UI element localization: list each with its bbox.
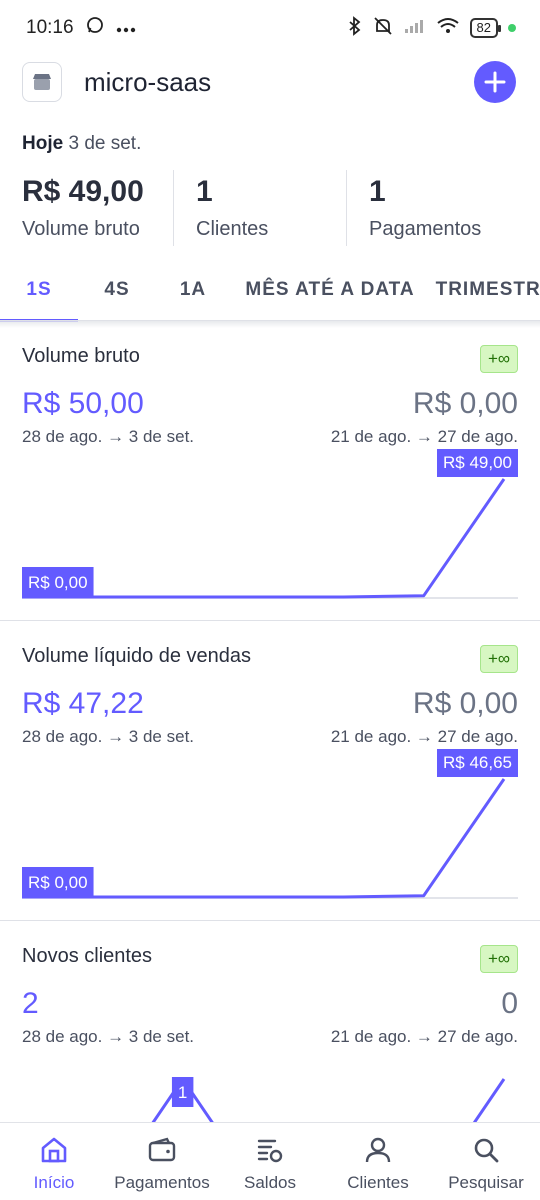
stat-value: 1 <box>196 175 213 208</box>
nav-label: Saldos <box>244 1173 296 1192</box>
nav-item-payments[interactable]: Pagamentos <box>108 1123 216 1200</box>
line-chart: R$ 0,00 R$ 46,65 <box>22 749 518 899</box>
nav-label: Clientes <box>347 1173 409 1192</box>
previous-value: R$ 0,00 <box>412 687 518 720</box>
tab-1s[interactable]: 1S <box>0 262 78 322</box>
plus-icon <box>484 71 506 93</box>
wifi-icon <box>436 17 460 40</box>
today-label: Hoje 3 de set. <box>22 133 141 155</box>
previous-range: 21 de ago. → 27 de ago. <box>330 427 518 446</box>
stat-customers[interactable]: 1 Clientes <box>173 170 346 246</box>
bottom-nav: Início Pagamentos Saldos Clientes Pesqui… <box>0 1122 540 1200</box>
data-point <box>261 895 265 899</box>
data-point <box>341 595 345 599</box>
previous-range: 21 de ago. → 27 de ago. <box>330 1027 518 1046</box>
data-point <box>100 895 104 899</box>
metric-card-net-volume[interactable]: Volume líquido de vendas +∞ R$ 47,22 R$ … <box>0 620 540 920</box>
today-date: 3 de set. <box>68 133 142 154</box>
current-range: 28 de ago. → 3 de set. <box>22 427 195 446</box>
stat-label: Volume bruto <box>22 218 140 240</box>
data-point <box>502 1077 506 1081</box>
tab-4s[interactable]: 4S <box>78 262 156 322</box>
stat-gross-volume[interactable]: R$ 49,00 Volume bruto <box>0 170 173 246</box>
max-value-label: R$ 49,00 <box>443 453 512 472</box>
stat-payments[interactable]: 1 Pagamentos <box>346 170 540 246</box>
tab-1a[interactable]: 1A <box>156 262 230 322</box>
store-icon[interactable] <box>22 62 62 102</box>
signal-icon <box>404 18 426 39</box>
change-badge: +∞ <box>479 345 518 373</box>
data-point <box>422 594 426 598</box>
today-title: Hoje <box>22 133 64 154</box>
wallet-icon <box>145 1133 179 1167</box>
add-button[interactable] <box>474 61 516 103</box>
battery-indicator: 82 <box>469 18 502 38</box>
change-badge: +∞ <box>479 945 518 973</box>
current-value: R$ 50,00 <box>22 387 144 420</box>
user-icon <box>361 1133 395 1167</box>
privacy-dot-icon <box>508 24 516 32</box>
data-point <box>502 777 506 781</box>
data-point <box>502 477 506 481</box>
data-point <box>100 595 104 599</box>
more-notifications-icon <box>116 17 136 39</box>
app-header: micro-saas <box>0 56 540 108</box>
stat-label: Clientes <box>196 218 269 240</box>
tab-quarter[interactable]: TRIMESTRE <box>430 262 540 322</box>
line-chart: R$ 0,00 R$ 49,00 <box>22 449 518 599</box>
previous-range: 21 de ago. → 27 de ago. <box>330 727 518 746</box>
account-name[interactable]: micro-saas <box>84 67 211 98</box>
stat-value: R$ 49,00 <box>22 175 144 208</box>
data-point <box>261 595 265 599</box>
nav-label: Início <box>33 1173 75 1192</box>
max-value-label: 1 <box>178 1083 187 1102</box>
current-range: 28 de ago. → 3 de set. <box>22 727 195 746</box>
current-range: 28 de ago. → 3 de set. <box>22 1027 195 1046</box>
nav-item-balances[interactable]: Saldos <box>216 1123 324 1200</box>
card-title: Volume líquido de vendas <box>22 645 252 667</box>
status-bar: 10:16 82 <box>0 0 540 56</box>
card-title: Novos clientes <box>22 945 153 967</box>
data-point <box>181 595 185 599</box>
previous-value: R$ 0,00 <box>412 387 518 420</box>
status-time: 10:16 <box>26 17 74 38</box>
series-line <box>22 478 506 599</box>
whatsapp-icon <box>86 16 104 40</box>
silent-icon <box>372 16 394 41</box>
tab-month-to-date[interactable]: MÊS ATÉ A DATA <box>230 262 430 322</box>
summary-stats: R$ 49,00 Volume bruto 1 Clientes 1 Pagam… <box>0 170 540 246</box>
nav-item-search[interactable]: Pesquisar <box>432 1123 540 1200</box>
stat-label: Pagamentos <box>369 218 482 240</box>
data-point <box>181 895 185 899</box>
nav-label: Pagamentos <box>114 1173 210 1192</box>
series-line <box>22 778 506 899</box>
current-value: R$ 47,22 <box>22 687 144 720</box>
metric-card-gross-volume[interactable]: Volume bruto +∞ R$ 50,00 R$ 0,00 28 de a… <box>0 320 540 620</box>
min-value-label: R$ 0,00 <box>28 573 88 592</box>
period-tabs: 1S 4S 1A MÊS ATÉ A DATA TRIMESTRE <box>0 262 540 322</box>
nav-item-home[interactable]: Início <box>0 1123 108 1200</box>
max-value-label: R$ 46,65 <box>443 753 512 772</box>
current-value: 2 <box>22 987 39 1020</box>
stat-value: 1 <box>369 175 386 208</box>
card-title: Volume bruto <box>22 345 140 367</box>
previous-value: 0 <box>501 987 518 1020</box>
bluetooth-icon <box>348 15 362 41</box>
nav-label: Pesquisar <box>448 1173 524 1192</box>
min-value-label: R$ 0,00 <box>28 873 88 892</box>
home-icon <box>37 1133 71 1167</box>
data-point <box>422 894 426 898</box>
data-point <box>341 895 345 899</box>
change-badge: +∞ <box>479 645 518 673</box>
balances-icon <box>253 1133 287 1167</box>
nav-item-customers[interactable]: Clientes <box>324 1123 432 1200</box>
search-icon <box>469 1133 503 1167</box>
